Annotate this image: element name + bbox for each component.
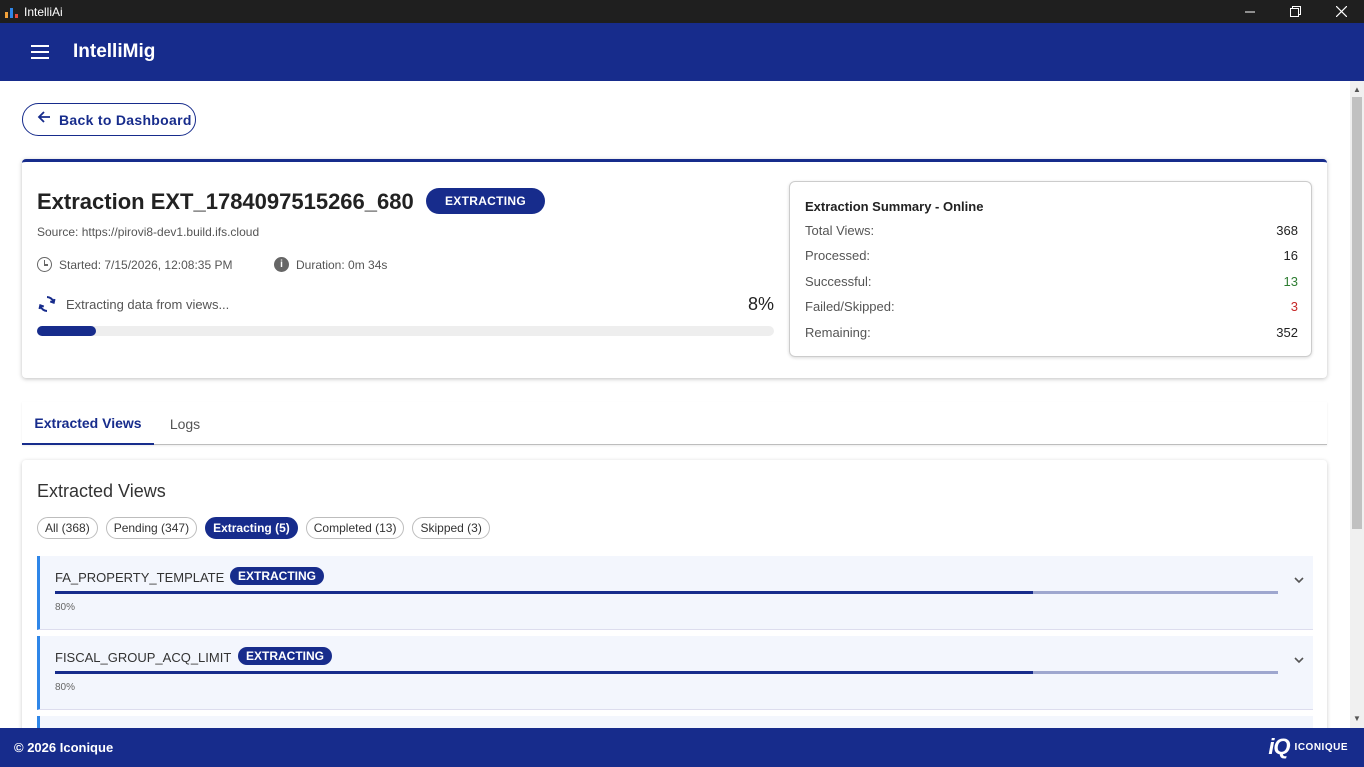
minimize-icon bbox=[1245, 11, 1255, 12]
app-name: IntelliMig bbox=[73, 41, 156, 62]
summary-value: 368 bbox=[1276, 223, 1298, 238]
view-progress-percent: 80% bbox=[55, 682, 76, 693]
minimize-button[interactable] bbox=[1227, 0, 1273, 23]
view-name: FISCAL_GROUP_ACQ_LIMIT bbox=[55, 650, 232, 665]
chevron-down-icon[interactable] bbox=[1293, 654, 1305, 666]
app-logo-icon bbox=[4, 5, 18, 19]
summary-label: Failed/Skipped: bbox=[805, 299, 895, 314]
back-to-dashboard-button[interactable]: Back to Dashboard bbox=[22, 103, 196, 136]
view-progress-bar bbox=[55, 671, 1278, 674]
list-item[interactable]: FA_PROPERTY_TEMPLATE EXTRACTING 80% bbox=[37, 556, 1313, 630]
extraction-title: Extraction EXT_1784097515266_680 bbox=[37, 189, 414, 214]
extraction-summary: Extraction Summary - Online Total Views:… bbox=[789, 181, 1312, 357]
filter-chip-extracting[interactable]: Extracting (5) bbox=[205, 517, 298, 539]
menu-icon[interactable] bbox=[28, 40, 52, 64]
summary-row-processed: Processed: 16 bbox=[805, 248, 1298, 263]
summary-row-failed: Failed/Skipped: 3 bbox=[805, 299, 1298, 314]
list-item[interactable] bbox=[37, 716, 1313, 728]
summary-title: Extraction Summary - Online bbox=[805, 199, 984, 214]
progress-label: Extracting data from views... bbox=[66, 297, 230, 312]
summary-label: Processed: bbox=[805, 248, 871, 263]
summary-label: Remaining: bbox=[805, 325, 871, 340]
sync-icon bbox=[38, 296, 56, 312]
brand-logo: iQ ICONIQUE bbox=[1268, 734, 1348, 760]
info-icon: i bbox=[274, 257, 289, 272]
close-button[interactable] bbox=[1318, 0, 1364, 23]
filter-chip-pending[interactable]: Pending (347) bbox=[105, 517, 198, 539]
views-heading: Extracted Views bbox=[37, 481, 166, 501]
extracted-views-panel: Extracted Views All (368) Pending (347) … bbox=[22, 460, 1327, 728]
tab-logs[interactable]: Logs bbox=[154, 402, 216, 445]
summary-value: 3 bbox=[1290, 299, 1298, 314]
filter-chip-completed[interactable]: Completed (13) bbox=[305, 517, 405, 539]
app-header: IntelliMig bbox=[0, 23, 1364, 81]
summary-row-successful: Successful: 13 bbox=[805, 274, 1298, 289]
window-title: IntelliAi bbox=[24, 4, 63, 19]
footer: © 2026 Iconique iQ ICONIQUE bbox=[0, 728, 1364, 767]
view-name: FA_PROPERTY_TEMPLATE bbox=[55, 570, 225, 585]
clock-icon bbox=[37, 257, 52, 272]
progress-bar bbox=[37, 326, 774, 336]
list-item[interactable]: FISCAL_GROUP_ACQ_LIMIT EXTRACTING 80% bbox=[37, 636, 1313, 710]
extraction-card: Extraction EXT_1784097515266_680 EXTRACT… bbox=[22, 159, 1327, 378]
progress-percent: 8% bbox=[747, 294, 774, 314]
summary-value: 352 bbox=[1276, 325, 1298, 340]
duration-meta: i Duration: 0m 34s bbox=[274, 257, 387, 272]
tab-bar: Extracted Views Logs bbox=[22, 402, 1327, 445]
summary-row-total: Total Views: 368 bbox=[805, 223, 1298, 238]
view-progress-fill bbox=[55, 591, 1034, 594]
summary-value: 16 bbox=[1283, 248, 1298, 263]
scrollbar[interactable]: ▲ ▼ bbox=[1350, 81, 1364, 728]
filter-chip-skipped[interactable]: Skipped (3) bbox=[412, 517, 490, 539]
arrow-left-icon bbox=[37, 110, 51, 129]
back-button-label: Back to Dashboard bbox=[59, 111, 192, 128]
scrollbar-thumb[interactable] bbox=[1352, 97, 1362, 529]
brand-name: ICONIQUE bbox=[1294, 741, 1348, 753]
summary-label: Total Views: bbox=[805, 223, 875, 238]
close-icon bbox=[1335, 6, 1347, 17]
scroll-up-icon[interactable]: ▲ bbox=[1353, 85, 1361, 94]
summary-row-remaining: Remaining: 352 bbox=[805, 325, 1298, 340]
restore-icon bbox=[1289, 6, 1301, 17]
main-content: Back to Dashboard Extraction EXT_1784097… bbox=[0, 81, 1350, 728]
progress-bar-fill bbox=[37, 326, 96, 336]
view-progress-bar bbox=[55, 591, 1278, 594]
filter-chip-all[interactable]: All (368) bbox=[37, 517, 98, 539]
view-status-badge: EXTRACTING bbox=[238, 647, 332, 665]
progress-row: Extracting data from views... 8% bbox=[37, 294, 774, 318]
extraction-source: Source: https://pirovi8-dev1.build.ifs.c… bbox=[37, 225, 260, 239]
brand-mark: iQ bbox=[1268, 734, 1290, 759]
chevron-down-icon[interactable] bbox=[1293, 574, 1305, 586]
view-status-badge: EXTRACTING bbox=[230, 567, 324, 585]
view-progress-percent: 80% bbox=[55, 602, 76, 613]
started-meta: Started: 7/15/2026, 12:08:35 PM bbox=[37, 257, 232, 272]
duration-text: Duration: 0m 34s bbox=[296, 257, 388, 272]
summary-label: Successful: bbox=[805, 274, 872, 289]
summary-value: 13 bbox=[1283, 274, 1298, 289]
tab-extracted-views[interactable]: Extracted Views bbox=[22, 402, 154, 445]
status-badge: EXTRACTING bbox=[426, 188, 545, 214]
restore-button[interactable] bbox=[1272, 0, 1318, 23]
copyright-text: © 2026 Iconique bbox=[14, 740, 114, 755]
started-text: Started: 7/15/2026, 12:08:35 PM bbox=[59, 257, 233, 272]
filter-chips: All (368) Pending (347) Extracting (5) C… bbox=[37, 517, 490, 539]
window-titlebar: IntelliAi bbox=[0, 0, 1364, 23]
view-progress-fill bbox=[55, 671, 1034, 674]
scroll-down-icon[interactable]: ▼ bbox=[1353, 714, 1361, 723]
